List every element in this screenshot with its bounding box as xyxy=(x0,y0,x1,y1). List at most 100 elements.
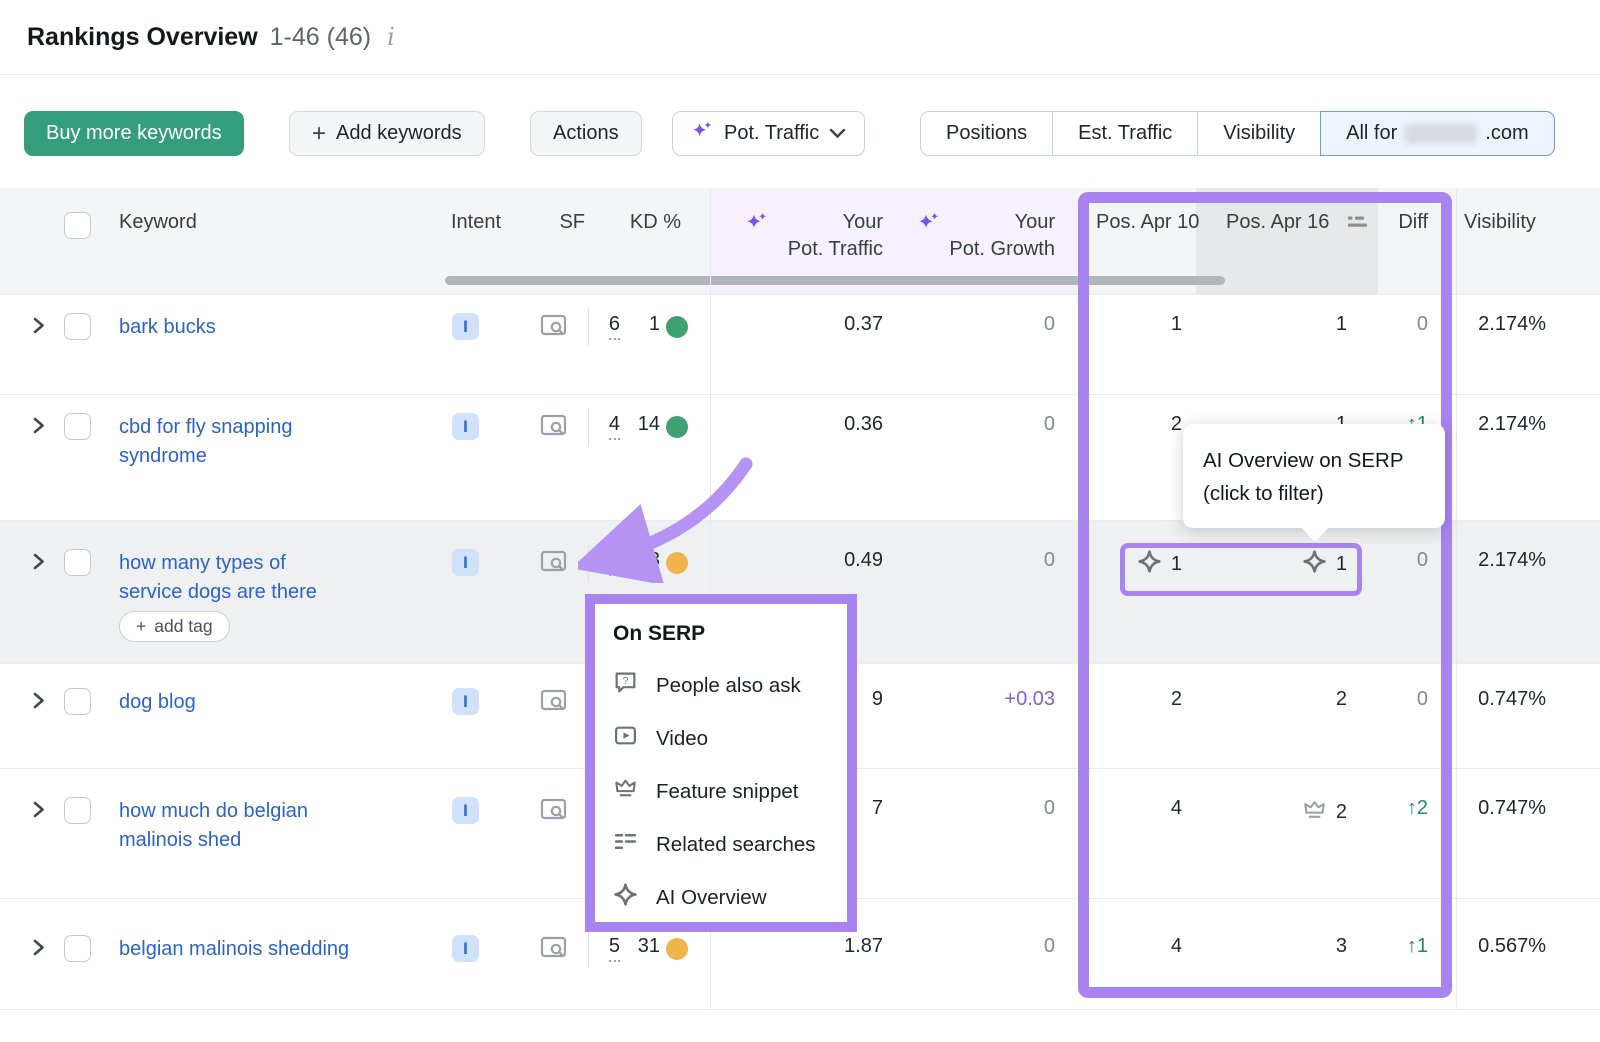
pot-growth-value: +0.03 xyxy=(900,688,1055,711)
pos-apr16-value: 2 xyxy=(1195,797,1347,828)
keyword-link[interactable]: how many types ofservice dogs are there xyxy=(119,549,439,607)
pos-apr10-value: 2 xyxy=(1066,413,1182,436)
serp-snapshot-icon[interactable] xyxy=(540,689,569,720)
ai-overview-icon[interactable] xyxy=(1137,549,1162,580)
popup-item-feature-snippet[interactable]: Feature snippet xyxy=(613,765,847,818)
tab-visibility[interactable]: Visibility xyxy=(1198,111,1321,156)
actions-button[interactable]: Actions xyxy=(530,111,642,156)
serp-snapshot-icon[interactable] xyxy=(540,550,569,581)
intent-badge[interactable]: I xyxy=(452,549,479,576)
row-checkbox[interactable] xyxy=(64,413,91,440)
popup-item-related-searches[interactable]: Related searches xyxy=(613,818,847,871)
related-searches-icon xyxy=(613,829,638,860)
intent-badge[interactable]: I xyxy=(452,797,479,824)
serp-snapshot-icon[interactable] xyxy=(540,414,569,445)
feature-snippet-icon xyxy=(613,776,638,807)
add-tag-button[interactable]: +add tag xyxy=(119,611,230,642)
row-checkbox[interactable] xyxy=(64,688,91,715)
divider xyxy=(588,930,589,968)
expand-chevron-icon[interactable] xyxy=(30,316,47,341)
serp-snapshot-icon[interactable] xyxy=(540,798,569,829)
col-your-pot-traffic[interactable]: Your Pot. Traffic xyxy=(733,209,883,263)
on-serp-popup: On SERP ? People also ask Video Feature … xyxy=(585,594,857,932)
serp-features-count[interactable]: 4 xyxy=(594,413,620,436)
intent-badge[interactable]: I xyxy=(452,413,479,440)
intent-badge[interactable]: I xyxy=(452,688,479,715)
serp-features-count[interactable]: 5 xyxy=(594,549,620,572)
pot-traffic-value: 1.87 xyxy=(727,935,883,958)
keyword-link[interactable]: how much do belgianmalinois shed xyxy=(119,797,439,855)
serp-snapshot-icon[interactable] xyxy=(540,314,569,345)
pot-growth-value: 0 xyxy=(900,313,1055,336)
col-diff[interactable]: Diff xyxy=(1368,209,1428,236)
ai-overview-icon[interactable] xyxy=(1302,549,1327,580)
diff-value: ↑2 xyxy=(1362,797,1428,820)
svg-text:?: ? xyxy=(623,676,629,687)
expand-chevron-icon[interactable] xyxy=(30,691,47,716)
col-pos-apr-10[interactable]: Pos. Apr 10 xyxy=(1096,209,1199,236)
col-intent[interactable]: Intent xyxy=(451,209,501,236)
diff-value: 0 xyxy=(1362,313,1428,336)
diff-value: ↑1 xyxy=(1362,935,1428,958)
col-sf[interactable]: SF xyxy=(540,209,585,236)
divider xyxy=(588,308,589,346)
diff-value: 0 xyxy=(1362,688,1428,711)
horizontal-scrollbar[interactable] xyxy=(445,276,1225,285)
kd-level-dot xyxy=(666,316,688,338)
col-visibility[interactable]: Visibility xyxy=(1464,209,1536,236)
pot-traffic-dropdown[interactable]: Pot. Traffic xyxy=(672,111,865,156)
pos-apr10-value: 2 xyxy=(1066,688,1182,711)
popup-item-video[interactable]: Video xyxy=(613,712,847,765)
video-icon xyxy=(613,723,638,754)
popup-item-people-also-ask[interactable]: ? People also ask xyxy=(613,659,847,712)
expand-chevron-icon[interactable] xyxy=(30,938,47,963)
tab-est-traffic[interactable]: Est. Traffic xyxy=(1053,111,1198,156)
expand-chevron-icon[interactable] xyxy=(30,800,47,825)
row-checkbox[interactable] xyxy=(64,313,91,340)
col-your-pot-growth[interactable]: Your Pot. Growth xyxy=(905,209,1055,263)
divider xyxy=(588,544,589,582)
serp-features-count[interactable]: 6 xyxy=(594,313,620,336)
select-all-checkbox[interactable] xyxy=(64,212,91,239)
pot-growth-value: 0 xyxy=(900,549,1055,572)
intent-badge[interactable]: I xyxy=(452,935,479,962)
pot-traffic-value: 0.36 xyxy=(727,413,883,436)
keyword-link[interactable]: dog blog xyxy=(119,688,439,717)
serp-snapshot-icon[interactable] xyxy=(540,936,569,967)
ai-overview-tooltip: AI Overview on SERP (click to filter) xyxy=(1183,424,1445,528)
keyword-link[interactable]: cbd for fly snappingsyndrome xyxy=(119,413,439,471)
col-pos-apr-16[interactable]: Pos. Apr 16 xyxy=(1226,209,1329,236)
tab-positions[interactable]: Positions xyxy=(920,111,1053,156)
tab-all-for-domain[interactable]: All for .com xyxy=(1320,111,1554,156)
popup-item-ai-overview[interactable]: AI Overview xyxy=(613,871,847,924)
divider xyxy=(588,408,589,446)
expand-chevron-icon[interactable] xyxy=(30,552,47,577)
keyword-link[interactable]: bark bucks xyxy=(119,313,439,342)
add-keywords-button[interactable]: + Add keywords xyxy=(289,111,485,156)
metric-tab-group: Positions Est. Traffic Visibility All fo… xyxy=(920,111,1555,156)
row-checkbox[interactable] xyxy=(64,797,91,824)
kd-value: 43 xyxy=(620,549,660,572)
pot-growth-value: 0 xyxy=(900,935,1055,958)
serp-features-count[interactable]: 5 xyxy=(594,935,620,958)
pos-apr16-value: 1 xyxy=(1195,549,1347,580)
visibility-value: 2.174% xyxy=(1458,413,1546,436)
col-kd[interactable]: KD % xyxy=(610,209,681,236)
visibility-value: 0.747% xyxy=(1458,688,1546,711)
info-icon[interactable]: i xyxy=(387,23,395,51)
col-keyword[interactable]: Keyword xyxy=(119,209,197,236)
table-header: Keyword Intent SF KD % Your Pot. Traffic… xyxy=(0,188,1600,294)
popup-list: ? People also ask Video Feature snippet … xyxy=(613,659,847,924)
row-checkbox[interactable] xyxy=(64,935,91,962)
sort-icon[interactable] xyxy=(1348,215,1369,235)
pot-growth-value: 0 xyxy=(900,413,1055,436)
intent-badge[interactable]: I xyxy=(452,313,479,340)
keyword-link[interactable]: belgian malinois shedding xyxy=(119,935,439,964)
crown-icon xyxy=(1302,797,1327,828)
expand-chevron-icon[interactable] xyxy=(30,416,47,441)
buy-more-keywords-button[interactable]: Buy more keywords xyxy=(24,111,244,156)
row-checkbox[interactable] xyxy=(64,549,91,576)
toolbar: Buy more keywords + Add keywords Actions… xyxy=(0,111,1600,156)
pot-growth-value: 0 xyxy=(900,797,1055,820)
plus-icon: + xyxy=(312,122,326,146)
